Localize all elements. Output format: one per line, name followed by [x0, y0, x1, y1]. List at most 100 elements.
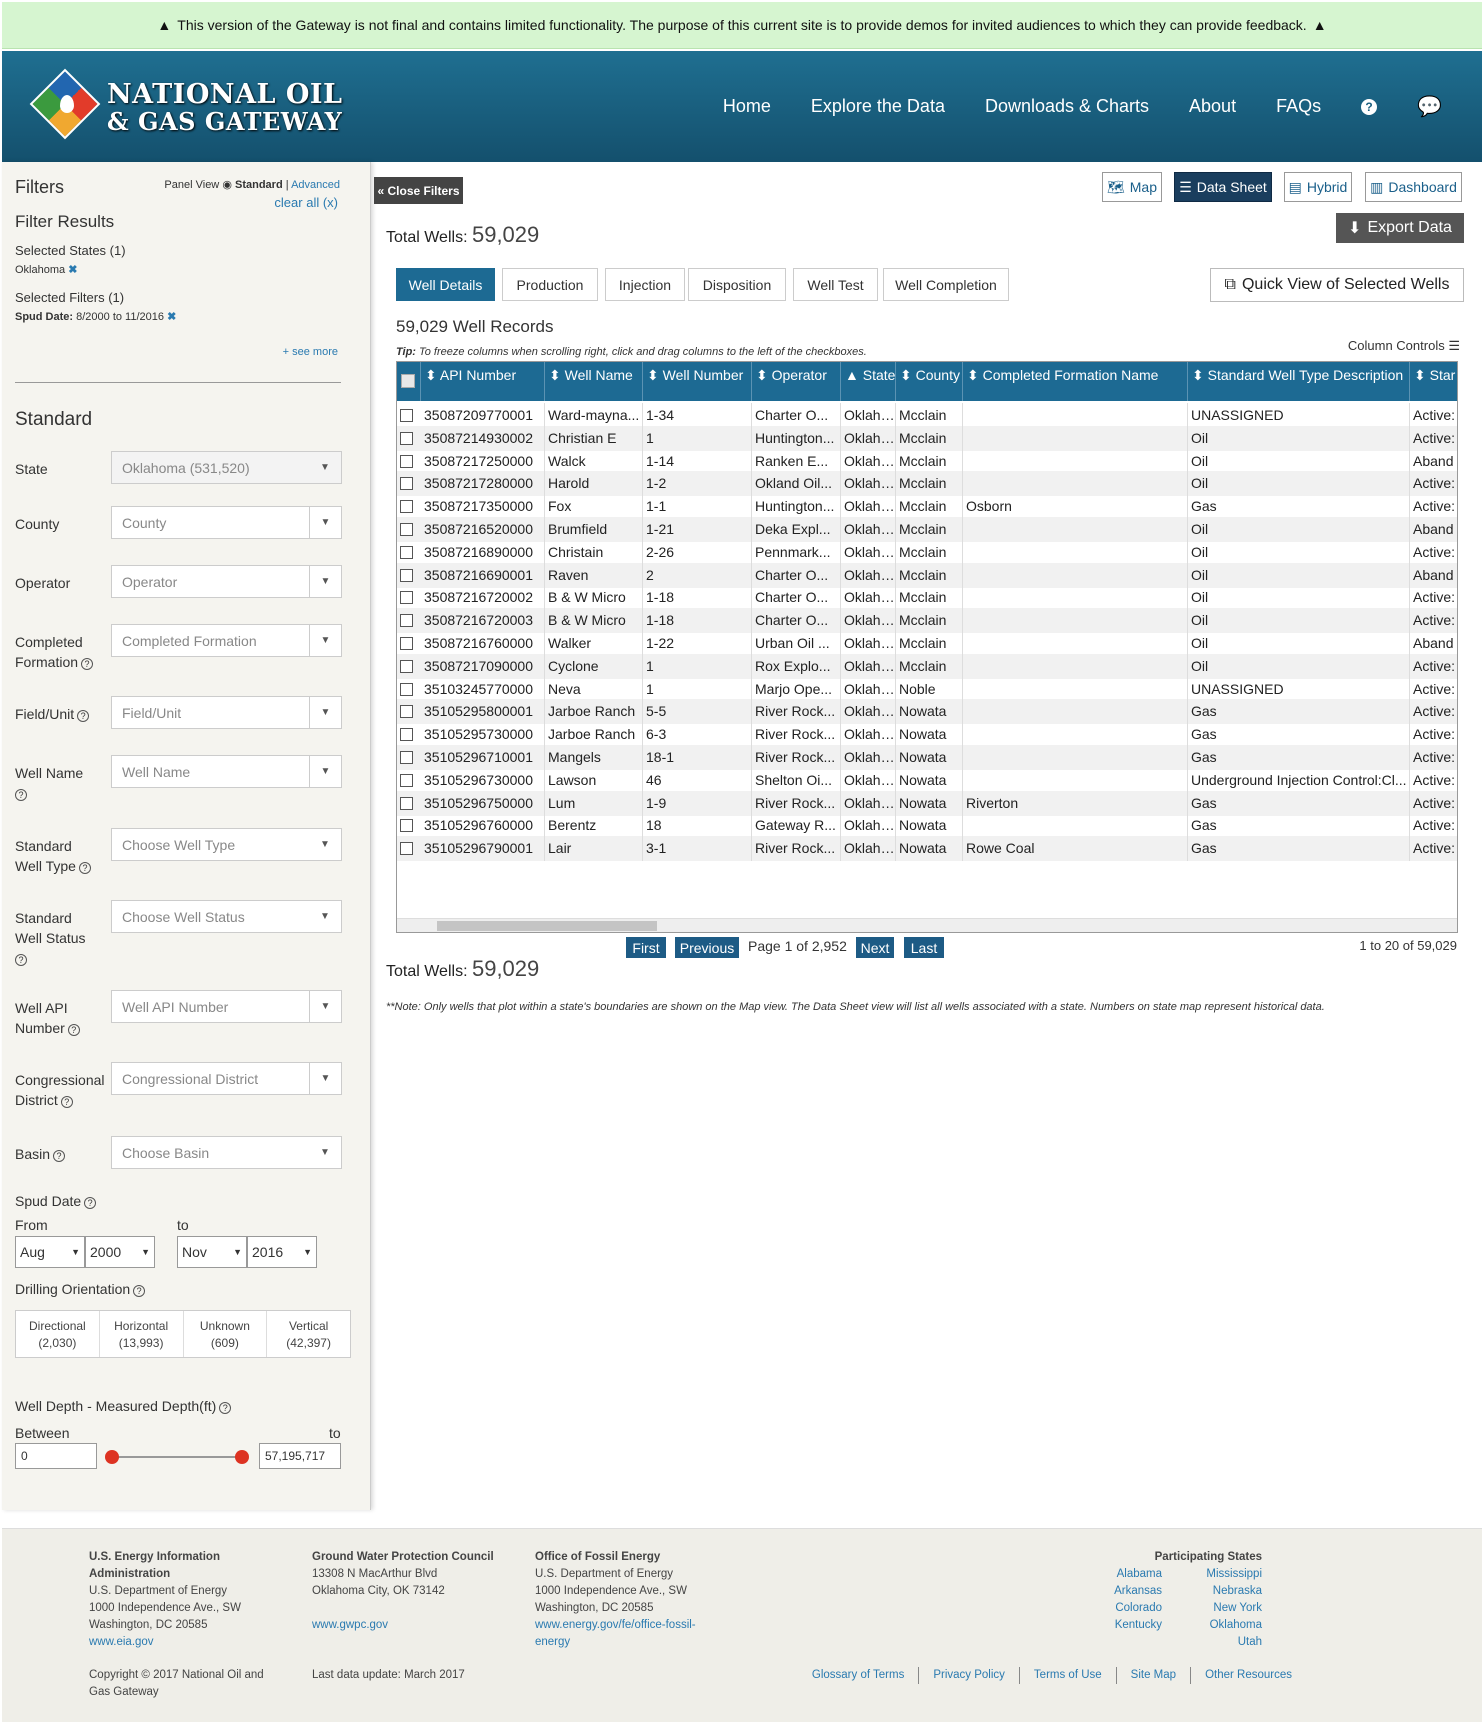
table-row[interactable]: 35105296730000 Lawson 46 Shelton Oi... Oklah…: [397, 767, 1457, 793]
table-row[interactable]: 35087217280000 Harold 1-2 Okland Oil... Okla…: [397, 471, 1457, 497]
state-link[interactable]: Alabama: [1074, 1566, 1162, 1583]
tab-well-details[interactable]: Well Details: [396, 268, 495, 301]
row-checkbox[interactable]: [400, 431, 413, 445]
to-month-select[interactable]: Nov ▼: [177, 1236, 247, 1268]
help-icon[interactable]: ?: [77, 710, 90, 722]
table-row[interactable]: 35087216760000 Walker 1-22 Urban Oil ... Okl…: [397, 631, 1457, 656]
row-checkbox[interactable]: [400, 545, 413, 559]
row-checkbox[interactable]: [400, 819, 413, 833]
select-all-checkbox[interactable]: [401, 374, 415, 388]
county-select[interactable]: County ▼: [111, 506, 342, 539]
table-row[interactable]: 35087216720002 B & W Micro 1-18 Charter O..…: [397, 585, 1457, 611]
header-well-type[interactable]: ⬍ Standard Well Type Description: [1188, 362, 1410, 401]
nav-explore-data[interactable]: Explore the Data: [811, 96, 945, 117]
sitemap-link[interactable]: Site Map: [1117, 1667, 1192, 1684]
map-view-button[interactable]: 🗺 Map: [1102, 172, 1162, 202]
header-county[interactable]: ⬍ County: [896, 362, 963, 401]
state-link[interactable]: [1074, 1634, 1162, 1651]
well-name-select[interactable]: Well Name ▼: [111, 755, 342, 788]
row-checkbox[interactable]: [400, 477, 413, 491]
row-checkbox[interactable]: [400, 728, 413, 742]
header-completed-formation[interactable]: ⬍ Completed Formation Name: [963, 362, 1188, 401]
eia-link[interactable]: www.eia.gov: [89, 1636, 154, 1648]
state-link[interactable]: Mississippi: [1162, 1566, 1262, 1583]
basin-select[interactable]: Choose Basin ▼: [111, 1136, 342, 1169]
scroll-thumb[interactable]: [437, 921, 657, 931]
from-month-select[interactable]: Aug ▼: [15, 1236, 85, 1268]
row-checkbox[interactable]: [400, 659, 413, 673]
chat-icon[interactable]: 💬: [1417, 94, 1442, 119]
table-row[interactable]: 35087209770001 Ward-mayna... 1-34 Charter O…: [397, 403, 1457, 428]
row-checkbox[interactable]: [400, 796, 413, 810]
table-row[interactable]: 35087214930002 Christian E 1 Huntington... O…: [397, 425, 1457, 451]
table-row[interactable]: 35087216720003 B & W Micro 1-18 Charter O..…: [397, 608, 1457, 634]
well-status-select[interactable]: Choose Well Status ▼: [111, 900, 342, 933]
help-icon[interactable]: ?: [78, 862, 91, 874]
tab-production[interactable]: Production: [502, 268, 598, 301]
remove-icon[interactable]: ✖: [68, 264, 77, 276]
table-row[interactable]: 35105296710001 Mangels 18-1 River Rock... Ok…: [397, 745, 1457, 770]
tab-disposition[interactable]: Disposition: [688, 268, 786, 301]
help-icon[interactable]: ?: [1361, 98, 1378, 115]
help-icon[interactable]: ?: [133, 1285, 146, 1297]
orientation-directional[interactable]: Directional (2,030): [16, 1311, 100, 1357]
header-well-name[interactable]: ⬍ Well Name: [545, 362, 643, 401]
table-row[interactable]: 35087216690001 Raven 2 Charter O... Oklaho..…: [397, 562, 1457, 588]
state-link[interactable]: Oklahoma: [1162, 1617, 1262, 1634]
header-operator[interactable]: ⬍ Operator: [752, 362, 841, 401]
well-type-select[interactable]: Choose Well Type ▼: [111, 828, 342, 861]
privacy-link[interactable]: Privacy Policy: [919, 1667, 1020, 1684]
see-more-link[interactable]: + see more: [283, 346, 338, 358]
row-checkbox[interactable]: [400, 568, 413, 582]
field-unit-select[interactable]: Field/Unit ▼: [111, 696, 342, 729]
panel-view-standard[interactable]: Standard: [235, 179, 283, 191]
to-year-select[interactable]: 2016 ▼: [247, 1236, 317, 1268]
orientation-vertical[interactable]: Vertical (42,397): [267, 1311, 350, 1357]
depth-min-input[interactable]: 0: [15, 1443, 97, 1469]
state-select[interactable]: Oklahoma (531,520) ▼: [111, 451, 342, 484]
well-api-select[interactable]: Well API Number ▼: [111, 990, 342, 1023]
help-icon[interactable]: ?: [84, 1197, 97, 1209]
table-row[interactable]: 35087216520000 Brumfield 1-21 Deka Expl... O…: [397, 517, 1457, 542]
data-sheet-view-button[interactable]: ☰ Data Sheet: [1174, 172, 1272, 202]
orientation-unknown[interactable]: Unknown (609): [184, 1311, 268, 1357]
gwpc-link[interactable]: www.gwpc.gov: [312, 1619, 388, 1631]
row-checkbox[interactable]: [400, 614, 413, 628]
row-checkbox[interactable]: [400, 842, 413, 856]
state-link[interactable]: Nebraska: [1162, 1583, 1262, 1600]
column-controls[interactable]: Column Controls ☰: [1348, 338, 1460, 354]
depth-range-slider[interactable]: [105, 1450, 249, 1464]
row-checkbox[interactable]: [400, 591, 413, 605]
header-status[interactable]: ⬍ Star: [1410, 362, 1457, 401]
first-page-button[interactable]: First: [626, 937, 666, 958]
state-link[interactable]: Colorado: [1074, 1600, 1162, 1617]
row-checkbox[interactable]: [400, 409, 413, 422]
nav-downloads-charts[interactable]: Downloads & Charts: [985, 96, 1149, 117]
state-link[interactable]: Arkansas: [1074, 1583, 1162, 1600]
header-select-all[interactable]: [397, 362, 421, 401]
state-link[interactable]: Utah: [1162, 1634, 1262, 1651]
congressional-district-select[interactable]: Congressional District ▼: [111, 1062, 342, 1095]
row-checkbox[interactable]: [400, 454, 413, 468]
table-row[interactable]: 35087217250000 Walck 1-14 Ranken E... Oklaho…: [397, 448, 1457, 474]
row-checkbox[interactable]: [400, 773, 413, 787]
help-icon[interactable]: ?: [15, 954, 27, 966]
horizontal-scrollbar[interactable]: [397, 918, 1457, 932]
table-row[interactable]: 35103245770000 Neva 1 Marjo Ope... Oklaho...…: [397, 676, 1457, 702]
tab-well-test[interactable]: Well Test: [793, 268, 878, 301]
completed-formation-select[interactable]: Completed Formation ▼: [111, 624, 342, 657]
table-row[interactable]: 35087217350000 Fox 1-1 Huntington... Oklaho.…: [397, 494, 1457, 520]
tab-well-completion[interactable]: Well Completion: [883, 268, 1009, 301]
row-checkbox[interactable]: [400, 705, 413, 719]
panel-view-advanced[interactable]: Advanced: [291, 179, 340, 191]
slider-max-handle[interactable]: [235, 1450, 249, 1464]
orientation-horizontal[interactable]: Horizontal (13,993): [100, 1311, 184, 1357]
clear-all-link[interactable]: clear all (x): [274, 195, 338, 210]
nav-faqs[interactable]: FAQs: [1276, 96, 1321, 117]
row-checkbox[interactable]: [400, 523, 413, 536]
ofe-link-cont[interactable]: energy: [535, 1636, 570, 1648]
last-page-button[interactable]: Last: [904, 937, 944, 958]
table-row[interactable]: 35105296790001 Lair 3-1 River Rock... Oklaho…: [397, 836, 1457, 862]
quick-view-button[interactable]: ⧉ Quick View of Selected Wells: [1210, 268, 1464, 302]
table-row[interactable]: 35105296750000 Lum 1-9 River Rock... Oklaho.…: [397, 790, 1457, 816]
